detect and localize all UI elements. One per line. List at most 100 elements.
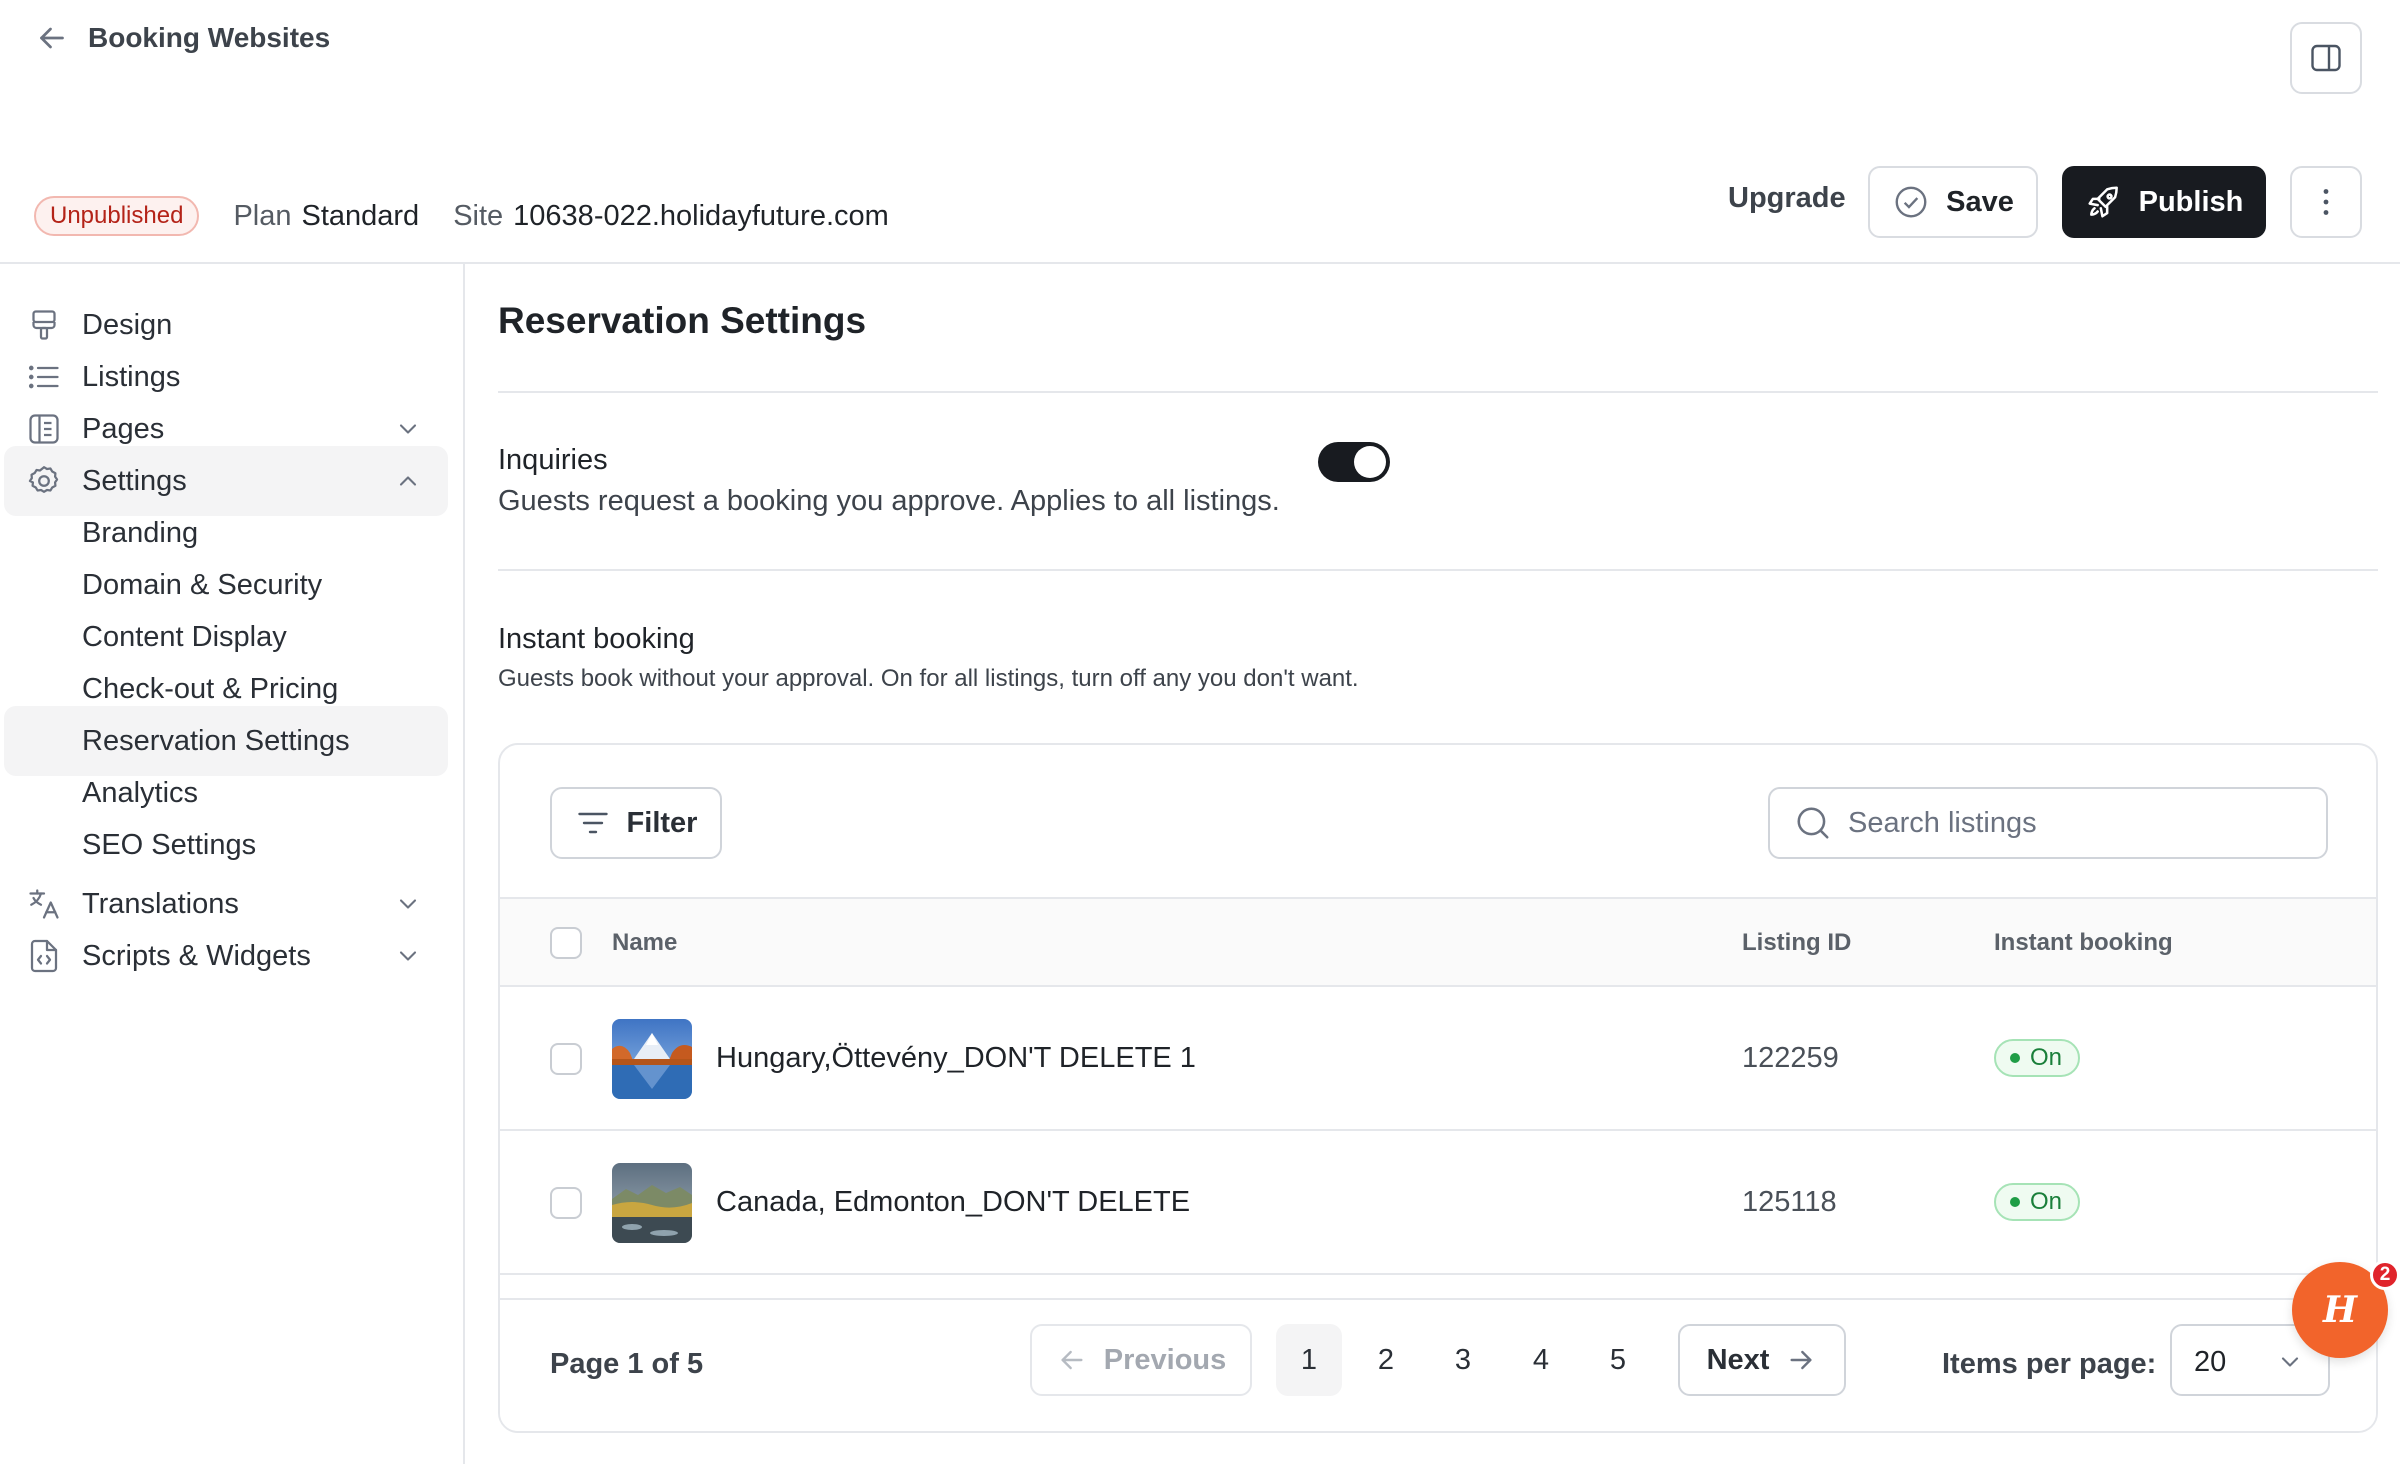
sidebar-item-scripts-widgets[interactable]: Scripts & Widgets [4, 921, 448, 991]
save-button-label: Save [1946, 185, 2014, 218]
page-number-3[interactable]: 3 [1430, 1324, 1496, 1396]
sidebar-subitem-label: Check-out & Pricing [82, 672, 339, 705]
arrow-left-icon [40, 27, 64, 49]
site-url[interactable]: 10638-022.holidayfuture.com [513, 200, 889, 233]
column-header-listing-id: Listing ID [1742, 929, 1852, 956]
toggle-panel-button[interactable] [2290, 22, 2362, 94]
site-meta: Unpublished Plan Standard Site 10638-022… [34, 196, 889, 236]
chevron-up-icon [399, 476, 417, 486]
listing-name: Hungary,Öttevény_DON'T DELETE 1 [716, 1042, 1196, 1074]
listing-thumbnail [612, 1019, 692, 1099]
sidebar-subitem-label: Analytics [82, 776, 199, 809]
page-number-2[interactable]: 2 [1353, 1324, 1419, 1396]
pagination: Page 1 of 5 Previous 1 2 3 4 5 Next Item… [500, 1298, 2376, 1431]
next-page-button[interactable]: Next [1678, 1324, 1846, 1396]
upgrade-button[interactable]: Upgrade [1728, 182, 1846, 215]
sidebar-item-label: Pages [82, 412, 165, 445]
sidebar-subitem-label: Content Display [82, 620, 287, 653]
page-number-5[interactable]: 5 [1585, 1324, 1651, 1396]
check-circle-icon [1895, 186, 1927, 218]
listing-id: 125118 [1742, 1186, 1837, 1218]
help-logo-icon: H [2322, 1289, 2357, 1331]
instant-booking-description: Guests book without your approval. On fo… [498, 665, 1359, 692]
items-per-page-label: Items per page: [1942, 1348, 2157, 1380]
column-header-instant-booking: Instant booking [1994, 929, 2173, 956]
column-header-name: Name [612, 929, 678, 956]
save-button[interactable]: Save [1868, 166, 2038, 238]
table-row[interactable]: Canada, Edmonton_DON'T DELETE 125118 On [500, 1131, 2376, 1275]
inquiries-toggle[interactable] [1318, 442, 1390, 482]
status-label: On [2030, 1044, 2063, 1071]
notification-count-badge: 2 [2370, 1260, 2400, 1290]
search-box [1768, 787, 2328, 859]
sidebar-subitem-label: SEO Settings [82, 828, 257, 861]
publish-button[interactable]: Publish [2062, 166, 2266, 238]
back-link-label: Booking Websites [88, 22, 331, 53]
paint-roller-icon [32, 310, 56, 340]
page-number-4[interactable]: 4 [1508, 1324, 1574, 1396]
next-page-label: Next [1706, 1343, 1770, 1376]
select-all-checkbox[interactable] [550, 927, 582, 959]
toggle-knob [1354, 446, 1386, 478]
table-row[interactable]: Hungary,Öttevény_DON'T DELETE 1 122259 O… [500, 987, 2376, 1131]
sidebar-divider [463, 264, 465, 1464]
listing-thumbnail [612, 1163, 692, 1243]
gear-icon [28, 466, 59, 493]
rocket-icon [2088, 186, 2118, 218]
previous-page-label: Previous [1103, 1343, 1227, 1376]
sidebar-panel-icon [2311, 44, 2341, 72]
sidebar-item-label: Scripts & Widgets [82, 939, 311, 972]
status-label: On [2030, 1188, 2063, 1215]
inquiries-description: Guests request a booking you approve. Ap… [498, 485, 1280, 517]
chevron-down-icon [399, 951, 417, 961]
chevron-down-icon [2281, 1357, 2299, 1367]
plan-value: Standard [301, 199, 420, 232]
listing-name: Canada, Edmonton_DON'T DELETE [716, 1186, 1191, 1218]
search-input[interactable] [1848, 803, 2308, 843]
listing-id: 122259 [1742, 1042, 1839, 1074]
status-badge: Unpublished [34, 196, 200, 236]
sidebar-item-label: Translations [82, 887, 239, 920]
translate-icon [29, 889, 59, 919]
arrow-right-icon [1790, 1350, 1812, 1370]
sidebar-subitem-label: Reservation Settings [82, 724, 350, 757]
chevron-down-icon [399, 424, 417, 434]
more-vertical-icon [2323, 189, 2329, 215]
more-options-button[interactable] [2290, 166, 2362, 238]
status-dot [2010, 1197, 2020, 1207]
listings-card: Filter Name Listing ID Instant booking [498, 743, 2378, 1433]
search-icon [1797, 807, 1829, 839]
chevron-down-icon [399, 899, 417, 909]
plan-label: Plan [233, 199, 292, 232]
page-title: Reservation Settings [498, 300, 867, 341]
previous-page-button[interactable]: Previous [1030, 1324, 1252, 1396]
status-dot [2010, 1053, 2020, 1063]
row-checkbox[interactable] [550, 1187, 582, 1219]
filter-icon [577, 812, 608, 834]
instant-booking-status-badge[interactable]: On [1994, 1183, 2081, 1221]
sidebar-item-label: Listings [82, 360, 181, 393]
list-icon [28, 365, 59, 389]
items-per-page-value: 20 [2194, 1346, 2227, 1378]
table-header: Name Listing ID Instant booking [500, 897, 2376, 987]
site-label: Site [453, 199, 504, 232]
sidebar-item-label: Settings [82, 464, 187, 497]
instant-booking-status-badge[interactable]: On [1994, 1039, 2081, 1077]
page-number-1[interactable]: 1 [1276, 1324, 1342, 1396]
header-divider [0, 262, 2400, 264]
filter-button-label: Filter [626, 806, 698, 839]
sidebar-subitem-label: Branding [82, 516, 199, 549]
filter-button[interactable]: Filter [550, 787, 722, 859]
inquiries-title: Inquiries [498, 444, 608, 476]
section-divider [498, 569, 2378, 571]
instant-booking-title: Instant booking [498, 623, 695, 655]
back-link[interactable]: Booking Websites [34, 20, 330, 56]
sidebar-item-label: Design [82, 308, 173, 341]
section-divider [498, 391, 2378, 393]
document-icon [29, 414, 59, 444]
page-indicator: Page 1 of 5 [550, 1348, 704, 1380]
row-checkbox[interactable] [550, 1043, 582, 1075]
publish-button-label: Publish [2138, 185, 2244, 218]
sidebar-subitem-label: Domain & Security [82, 568, 323, 601]
arrow-left-icon [1061, 1350, 1083, 1370]
